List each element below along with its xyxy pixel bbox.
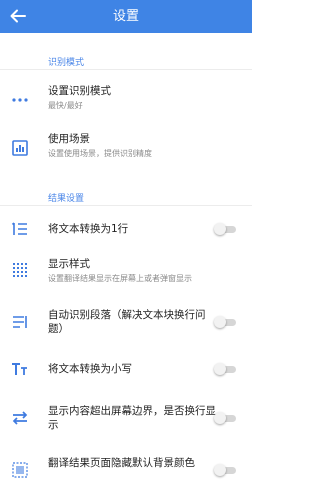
setting-usage-scene[interactable]: 使用场景 设置使用场景，提供识别精度 bbox=[0, 126, 252, 172]
background-icon bbox=[11, 461, 29, 479]
setting-wrap-overflow[interactable]: 显示内容超出屏幕边界，是否换行显示 bbox=[0, 396, 252, 440]
divider bbox=[0, 69, 252, 70]
setting-description: 设置翻译结果显示在屏幕上或者弹窗显示 bbox=[48, 274, 192, 283]
setting-label: 自动识别段落（解决文本块换行问题） bbox=[48, 309, 206, 335]
page-title: 设置 bbox=[112, 9, 139, 24]
auto-paragraph-toggle[interactable] bbox=[214, 316, 238, 328]
setting-description: 最快/最好 bbox=[48, 101, 83, 110]
setting-label: 将文本转换为小写 bbox=[48, 363, 132, 375]
lowercase-toggle[interactable] bbox=[214, 363, 238, 375]
setting-label: 设置识别模式 bbox=[48, 85, 111, 97]
setting-recognition-mode[interactable]: 设置识别模式 最快/最好 bbox=[0, 78, 252, 124]
paragraph-icon bbox=[11, 313, 29, 331]
setting-hide-background[interactable]: 翻译结果页面隐藏默认背景颜色 bbox=[0, 448, 252, 494]
setting-label: 将文本转换为1行 bbox=[48, 223, 129, 235]
setting-display-style[interactable]: 显示样式 设置翻译结果显示在屏幕上或者弹窗显示 bbox=[0, 250, 252, 290]
setting-label: 翻译结果页面隐藏默认背景颜色 bbox=[48, 457, 195, 469]
divider bbox=[0, 205, 252, 206]
swap-icon bbox=[11, 409, 29, 427]
setting-convert-one-line[interactable]: 将文本转换为1行 bbox=[0, 212, 252, 246]
setting-label: 显示内容超出屏幕边界，是否换行显示 bbox=[48, 405, 216, 431]
setting-label: 使用场景 bbox=[48, 133, 90, 145]
setting-lowercase[interactable]: 将文本转换为小写 bbox=[0, 352, 252, 386]
setting-auto-paragraph[interactable]: 自动识别段落（解决文本块换行问题） bbox=[0, 300, 252, 344]
chart-icon bbox=[11, 139, 29, 157]
setting-label: 显示样式 bbox=[48, 258, 90, 270]
list-numbered-icon bbox=[11, 220, 29, 238]
text-case-icon bbox=[11, 360, 29, 378]
section-header-results: 结果设置 bbox=[48, 194, 85, 204]
grid-dots-icon bbox=[11, 261, 29, 279]
app-bar: 设置 bbox=[0, 0, 252, 33]
wrap-toggle[interactable] bbox=[214, 412, 238, 424]
hide-background-toggle[interactable] bbox=[214, 464, 238, 476]
one-line-toggle[interactable] bbox=[214, 223, 238, 235]
setting-description: 设置使用场景，提供识别精度 bbox=[48, 149, 152, 158]
section-header-recognition: 识别模式 bbox=[48, 58, 85, 68]
more-dots-icon bbox=[11, 91, 29, 109]
